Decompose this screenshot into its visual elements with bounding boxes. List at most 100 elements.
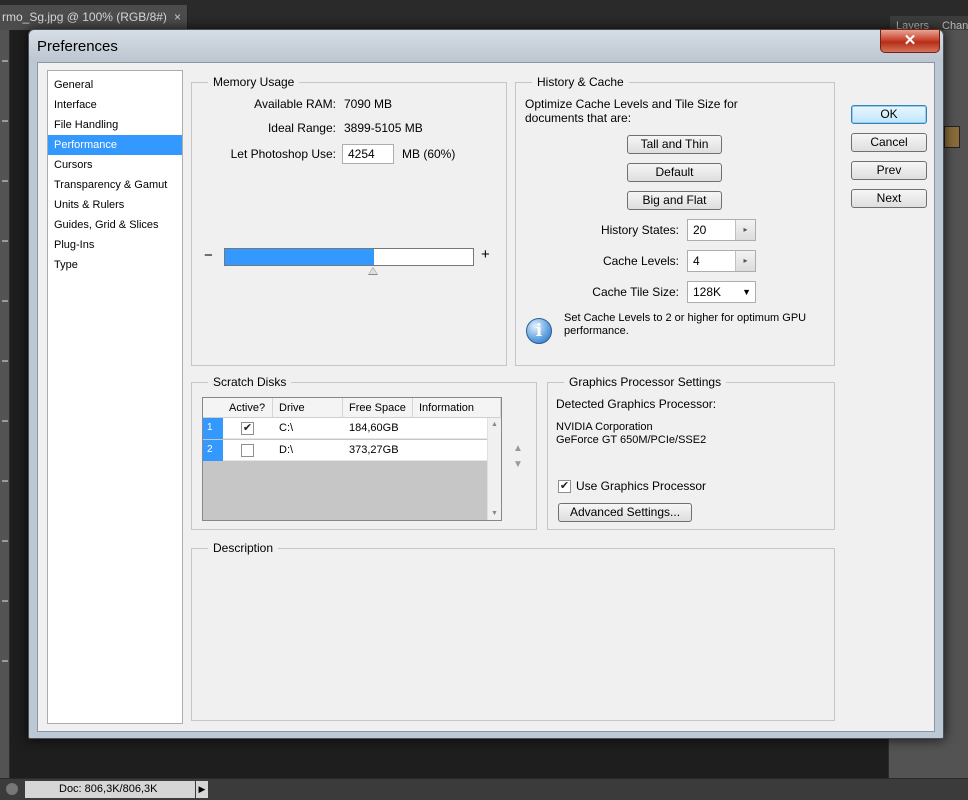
category-item-file-handling[interactable]: File Handling	[48, 115, 182, 135]
move-down-icon[interactable]: ▼	[513, 459, 523, 470]
tool-icon[interactable]	[2, 180, 8, 182]
memory-use-input[interactable]: 4254	[342, 144, 394, 164]
memory-usage-group: Memory Usage Available RAM: 7090 MB Idea…	[191, 75, 507, 366]
tool-icon[interactable]	[2, 60, 8, 62]
status-menu-arrow-icon[interactable]: ▶	[196, 781, 208, 798]
prev-button[interactable]: Prev	[851, 161, 927, 180]
gpu-vendor: NVIDIA Corporation	[556, 421, 653, 433]
use-gpu-label[interactable]: Use Graphics Processor	[576, 479, 706, 493]
cache-tile-size-label: Cache Tile Size:	[592, 285, 679, 299]
gpu-cache-hint: Set Cache Levels to 2 or higher for opti…	[564, 312, 807, 337]
ideal-range-label: Ideal Range:	[267, 121, 336, 135]
available-ram-label: Available RAM:	[254, 97, 336, 111]
cache-tile-size-value: 128K	[693, 285, 722, 299]
detected-gpu-label: Detected Graphics Processor:	[556, 397, 717, 411]
dialog-title: Preferences	[37, 38, 118, 55]
column-header-free-space[interactable]: Free Space	[343, 398, 413, 418]
memory-usage-title: Memory Usage	[208, 75, 300, 89]
cache-optimize-description: Optimize Cache Levels and Tile Size for …	[525, 97, 738, 125]
layer-thumbnail[interactable]	[944, 126, 960, 148]
drive-cell: C:\	[279, 422, 294, 434]
cache-levels-field[interactable]: 4 ▸	[687, 250, 756, 272]
category-item-plug-ins[interactable]: Plug-Ins	[48, 235, 182, 255]
active-checkbox[interactable]	[241, 444, 254, 457]
cache-levels-value: 4	[693, 254, 700, 268]
history-states-field[interactable]: 20 ▸	[687, 219, 756, 241]
tools-panel	[0, 30, 10, 780]
category-list: General Interface File Handling Performance…	[47, 70, 183, 724]
scratch-disks-group: Scratch Disks Active? Drive Free Space I…	[191, 375, 537, 530]
tool-icon[interactable]	[2, 300, 8, 302]
available-ram-value: 7090 MB	[344, 97, 393, 111]
slider-plus-icon: +	[481, 246, 490, 263]
tool-icon[interactable]	[2, 420, 8, 422]
history-cache-title: History & Cache	[532, 75, 629, 89]
let-photoshop-use-label: Let Photoshop Use:	[230, 147, 336, 161]
doc-size-info: Doc: 806,3K/806,3K	[25, 781, 195, 798]
advanced-settings-button[interactable]: Advanced Settings...	[558, 503, 692, 522]
preferences-dialog: Preferences ✕ General Interface File Handl…	[28, 29, 944, 739]
category-item-performance[interactable]: Performance	[48, 135, 182, 155]
table-row[interactable]: 2 D:\ 373,27GB	[203, 440, 487, 461]
drive-cell: D:\	[279, 444, 294, 456]
history-states-value: 20	[693, 223, 707, 237]
table-header: Active? Drive Free Space Information	[203, 398, 501, 418]
tall-and-thin-button[interactable]: Tall and Thin	[627, 135, 722, 154]
category-item-interface[interactable]: Interface	[48, 95, 182, 115]
gpu-model: GeForce GT 650M/PCIe/SSE2	[556, 434, 707, 446]
column-header-information[interactable]: Information	[413, 398, 501, 418]
big-and-flat-button[interactable]: Big and Flat	[627, 191, 722, 210]
description-group: Description	[191, 541, 835, 721]
tool-icon[interactable]	[2, 120, 8, 122]
status-icon[interactable]	[6, 783, 18, 795]
free-space-cell: 373,27GB	[349, 444, 399, 456]
memory-use-suffix: MB (60%)	[402, 147, 456, 161]
column-header-active[interactable]: Active?	[223, 398, 273, 418]
close-button[interactable]: ✕	[880, 29, 940, 53]
scroll-up-icon[interactable]: ▲	[491, 421, 498, 428]
document-tab[interactable]: rmo_Sg.jpg @ 100% (RGB/8#) ×	[0, 5, 188, 30]
tool-icon[interactable]	[2, 360, 8, 362]
cache-tile-size-select[interactable]: 128K ▼	[687, 281, 756, 303]
category-item-type[interactable]: Type	[48, 255, 182, 275]
cache-levels-spin-icon[interactable]: ▸	[735, 251, 755, 271]
graphics-processor-title: Graphics Processor Settings	[564, 375, 727, 389]
category-item-transparency-gamut[interactable]: Transparency & Gamut	[48, 175, 182, 195]
table-scrollbar[interactable]: ▲ ▼	[487, 418, 501, 520]
active-checkbox[interactable]: ✔	[241, 422, 254, 435]
history-states-spin-icon[interactable]: ▸	[735, 220, 755, 240]
default-button[interactable]: Default	[627, 163, 722, 182]
category-item-units-rulers[interactable]: Units & Rulers	[48, 195, 182, 215]
next-button[interactable]: Next	[851, 189, 927, 208]
cache-levels-label: Cache Levels:	[602, 254, 679, 268]
cancel-button[interactable]: Cancel	[851, 133, 927, 152]
row-number: 2	[203, 440, 223, 461]
tool-icon[interactable]	[2, 540, 8, 542]
ideal-range-value: 3899-5105 MB	[344, 121, 423, 135]
tool-icon[interactable]	[2, 660, 8, 662]
move-up-icon[interactable]: ▲	[513, 443, 523, 454]
ok-button[interactable]: OK	[851, 105, 927, 124]
column-header-drive[interactable]: Drive	[273, 398, 343, 418]
tool-icon[interactable]	[2, 240, 8, 242]
document-tab-bar: rmo_Sg.jpg @ 100% (RGB/8#) ×	[0, 0, 968, 30]
graphics-processor-group: Graphics Processor Settings Detected Gra…	[547, 375, 835, 530]
category-item-general[interactable]: General	[48, 75, 182, 95]
category-item-guides-grid-slices[interactable]: Guides, Grid & Slices	[48, 215, 182, 235]
category-item-cursors[interactable]: Cursors	[48, 155, 182, 175]
use-gpu-checkbox[interactable]: ✔	[558, 480, 571, 493]
tool-icon[interactable]	[2, 600, 8, 602]
document-tab-close-icon[interactable]: ×	[174, 5, 181, 29]
description-title: Description	[208, 541, 279, 555]
history-states-label: History States:	[600, 223, 679, 237]
table-row[interactable]: 1 ✔ C:\ 184,60GB	[203, 418, 487, 439]
tool-icon[interactable]	[2, 480, 8, 482]
scroll-down-icon[interactable]: ▼	[491, 510, 498, 517]
memory-slider[interactable]	[224, 248, 474, 266]
memory-slider-handle[interactable]	[368, 267, 378, 275]
dialog-body: General Interface File Handling Performance…	[37, 62, 935, 732]
chevron-down-icon[interactable]: ▼	[742, 282, 751, 302]
history-cache-group: History & Cache Optimize Cache Levels an…	[515, 75, 835, 366]
dialog-titlebar[interactable]: Preferences ✕	[29, 29, 943, 62]
row-number: 1	[203, 418, 223, 439]
